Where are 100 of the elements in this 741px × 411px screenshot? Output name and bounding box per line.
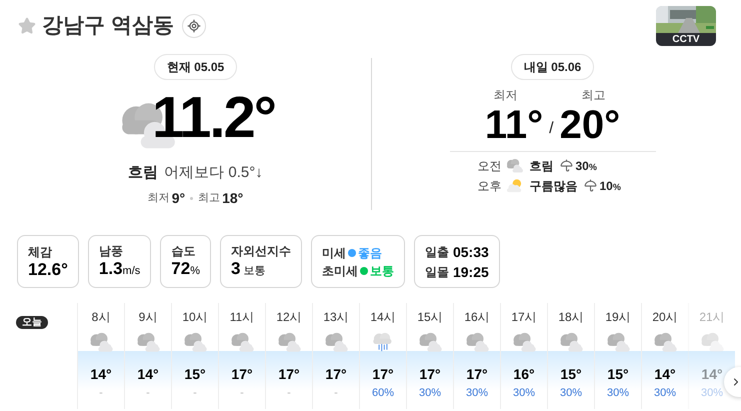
hour-label: 18시 [558, 309, 584, 325]
hour-label: 11시 [230, 309, 254, 325]
hour-label: 9시 [138, 309, 158, 325]
stat-label: 습도 [171, 242, 196, 258]
umbrella-icon [584, 179, 596, 192]
precipitation-chance: - [99, 386, 103, 400]
cloud-icon [558, 331, 584, 353]
precipitation-chance: - [240, 386, 244, 400]
precipitation-chance: 30% [606, 386, 630, 400]
stat-value: 12.6° [28, 260, 68, 280]
cloud-icon [511, 331, 537, 353]
hour-temperature: 14° [701, 365, 723, 383]
period-label: 오후 [478, 178, 502, 194]
precipitation-chance: - [146, 386, 150, 400]
low-label: 최저 [494, 87, 518, 104]
hour-temperature: 14° [90, 365, 112, 383]
cloud-icon [229, 331, 255, 353]
locate-icon [186, 19, 201, 33]
condition-text: 흐림 [530, 158, 554, 174]
precipitation-chance: 30% [560, 386, 582, 400]
period-label: 오전 [478, 158, 502, 174]
precipitation-chance: - [193, 386, 197, 400]
high-temperature: 18° [222, 188, 244, 208]
high-temperature: 20° [560, 105, 620, 145]
cloud-icon [276, 331, 302, 353]
hour-label: 19시 [605, 309, 631, 325]
hour-label: 20시 [652, 309, 678, 325]
separator-text: / [549, 121, 554, 137]
hour-label: 12시 [276, 309, 302, 325]
sun-label: 일출 [424, 244, 449, 260]
cloud-icon [88, 331, 114, 353]
cloud-icon [605, 331, 631, 353]
stat-value: 3 보통 [230, 258, 266, 280]
hour-label: 21시 [699, 309, 725, 325]
condition-text: 구름많음 [530, 178, 578, 194]
locate-button[interactable] [182, 14, 206, 38]
sun-cloud-icon [504, 178, 524, 193]
precipitation-chance: - [287, 386, 291, 400]
low-temperature: 9° [172, 188, 186, 208]
hour-temperature: 14° [654, 365, 676, 383]
condition-text: 흐림 [128, 163, 158, 183]
star-icon[interactable] [18, 17, 36, 35]
date-badge: 내일 05.06 [510, 54, 594, 80]
hour-temperature: 17° [278, 365, 300, 383]
cloud-icon [135, 331, 161, 353]
location-title: 강남구 역삼동 [42, 13, 174, 40]
hour-temperature: 17° [466, 365, 488, 383]
current-temperature: 11.2° [152, 89, 275, 147]
stat-value: 1.3m/s [98, 258, 140, 280]
low-temperature: 11° [484, 105, 544, 145]
date-badge: 현재 05.05 [154, 54, 238, 80]
hour-temperature: 15° [560, 365, 582, 383]
precipitation-chance: 10% [600, 178, 621, 194]
hour-label: 14시 [370, 309, 396, 325]
cctv-label: CCTV [656, 33, 716, 46]
stat-label: 자외선지수 [230, 242, 291, 258]
cloud-icon [652, 331, 678, 353]
high-label: 최고 [582, 87, 606, 104]
hour-temperature: 15° [184, 365, 206, 383]
dust-status: 좋음 [358, 244, 382, 260]
hour-temperature: 17° [231, 365, 253, 383]
dust-label: 미세 [322, 244, 346, 260]
hour-label: 15시 [417, 309, 443, 325]
precipitation-chance: 30% [512, 386, 536, 400]
cloud-icon [464, 331, 490, 353]
hour-label: 17시 [511, 309, 537, 325]
sun-label: 일몰 [424, 264, 449, 280]
dust-label: 초미세 [322, 262, 358, 278]
sun-time: 19:25 [452, 262, 489, 280]
stat-label: 남풍 [98, 242, 124, 258]
hour-label: 13시 [323, 309, 349, 325]
precipitation-chance: 60% [372, 386, 394, 400]
hour-temperature: 15° [607, 365, 629, 383]
cloud-icon [417, 331, 443, 353]
cloud-icon [323, 331, 349, 353]
sun-time: 05:33 [452, 242, 489, 260]
dust-status: 보통 [370, 262, 394, 278]
hour-temperature: 17° [419, 365, 441, 383]
hour-temperature: 17° [372, 365, 394, 383]
hour-label: 8시 [92, 309, 110, 325]
hour-label: 10시 [182, 309, 208, 325]
cloud-icon [699, 331, 725, 353]
hour-temperature: 16° [513, 365, 535, 383]
hour-label: 16시 [464, 309, 490, 325]
day-badge: 오늘 [16, 316, 48, 329]
hour-temperature: 17° [325, 365, 347, 383]
high-label: 최고 [198, 190, 220, 206]
precipitation-chance: 30% [654, 386, 676, 400]
umbrella-icon [560, 159, 572, 172]
precipitation-chance: 30% [466, 386, 488, 400]
cloud-icon [182, 331, 208, 353]
hour-temperature: 14° [137, 365, 159, 383]
stat-label: 체감 [28, 244, 53, 260]
precipitation-chance: - [334, 386, 338, 400]
precipitation-chance: 30% [418, 386, 442, 400]
cloud-icon [504, 158, 524, 173]
precipitation-chance: 30% [700, 386, 724, 400]
cctv-button[interactable]: CCTV [656, 6, 716, 46]
precipitation-chance: 30% [576, 158, 597, 174]
low-label: 최저 [148, 190, 170, 206]
